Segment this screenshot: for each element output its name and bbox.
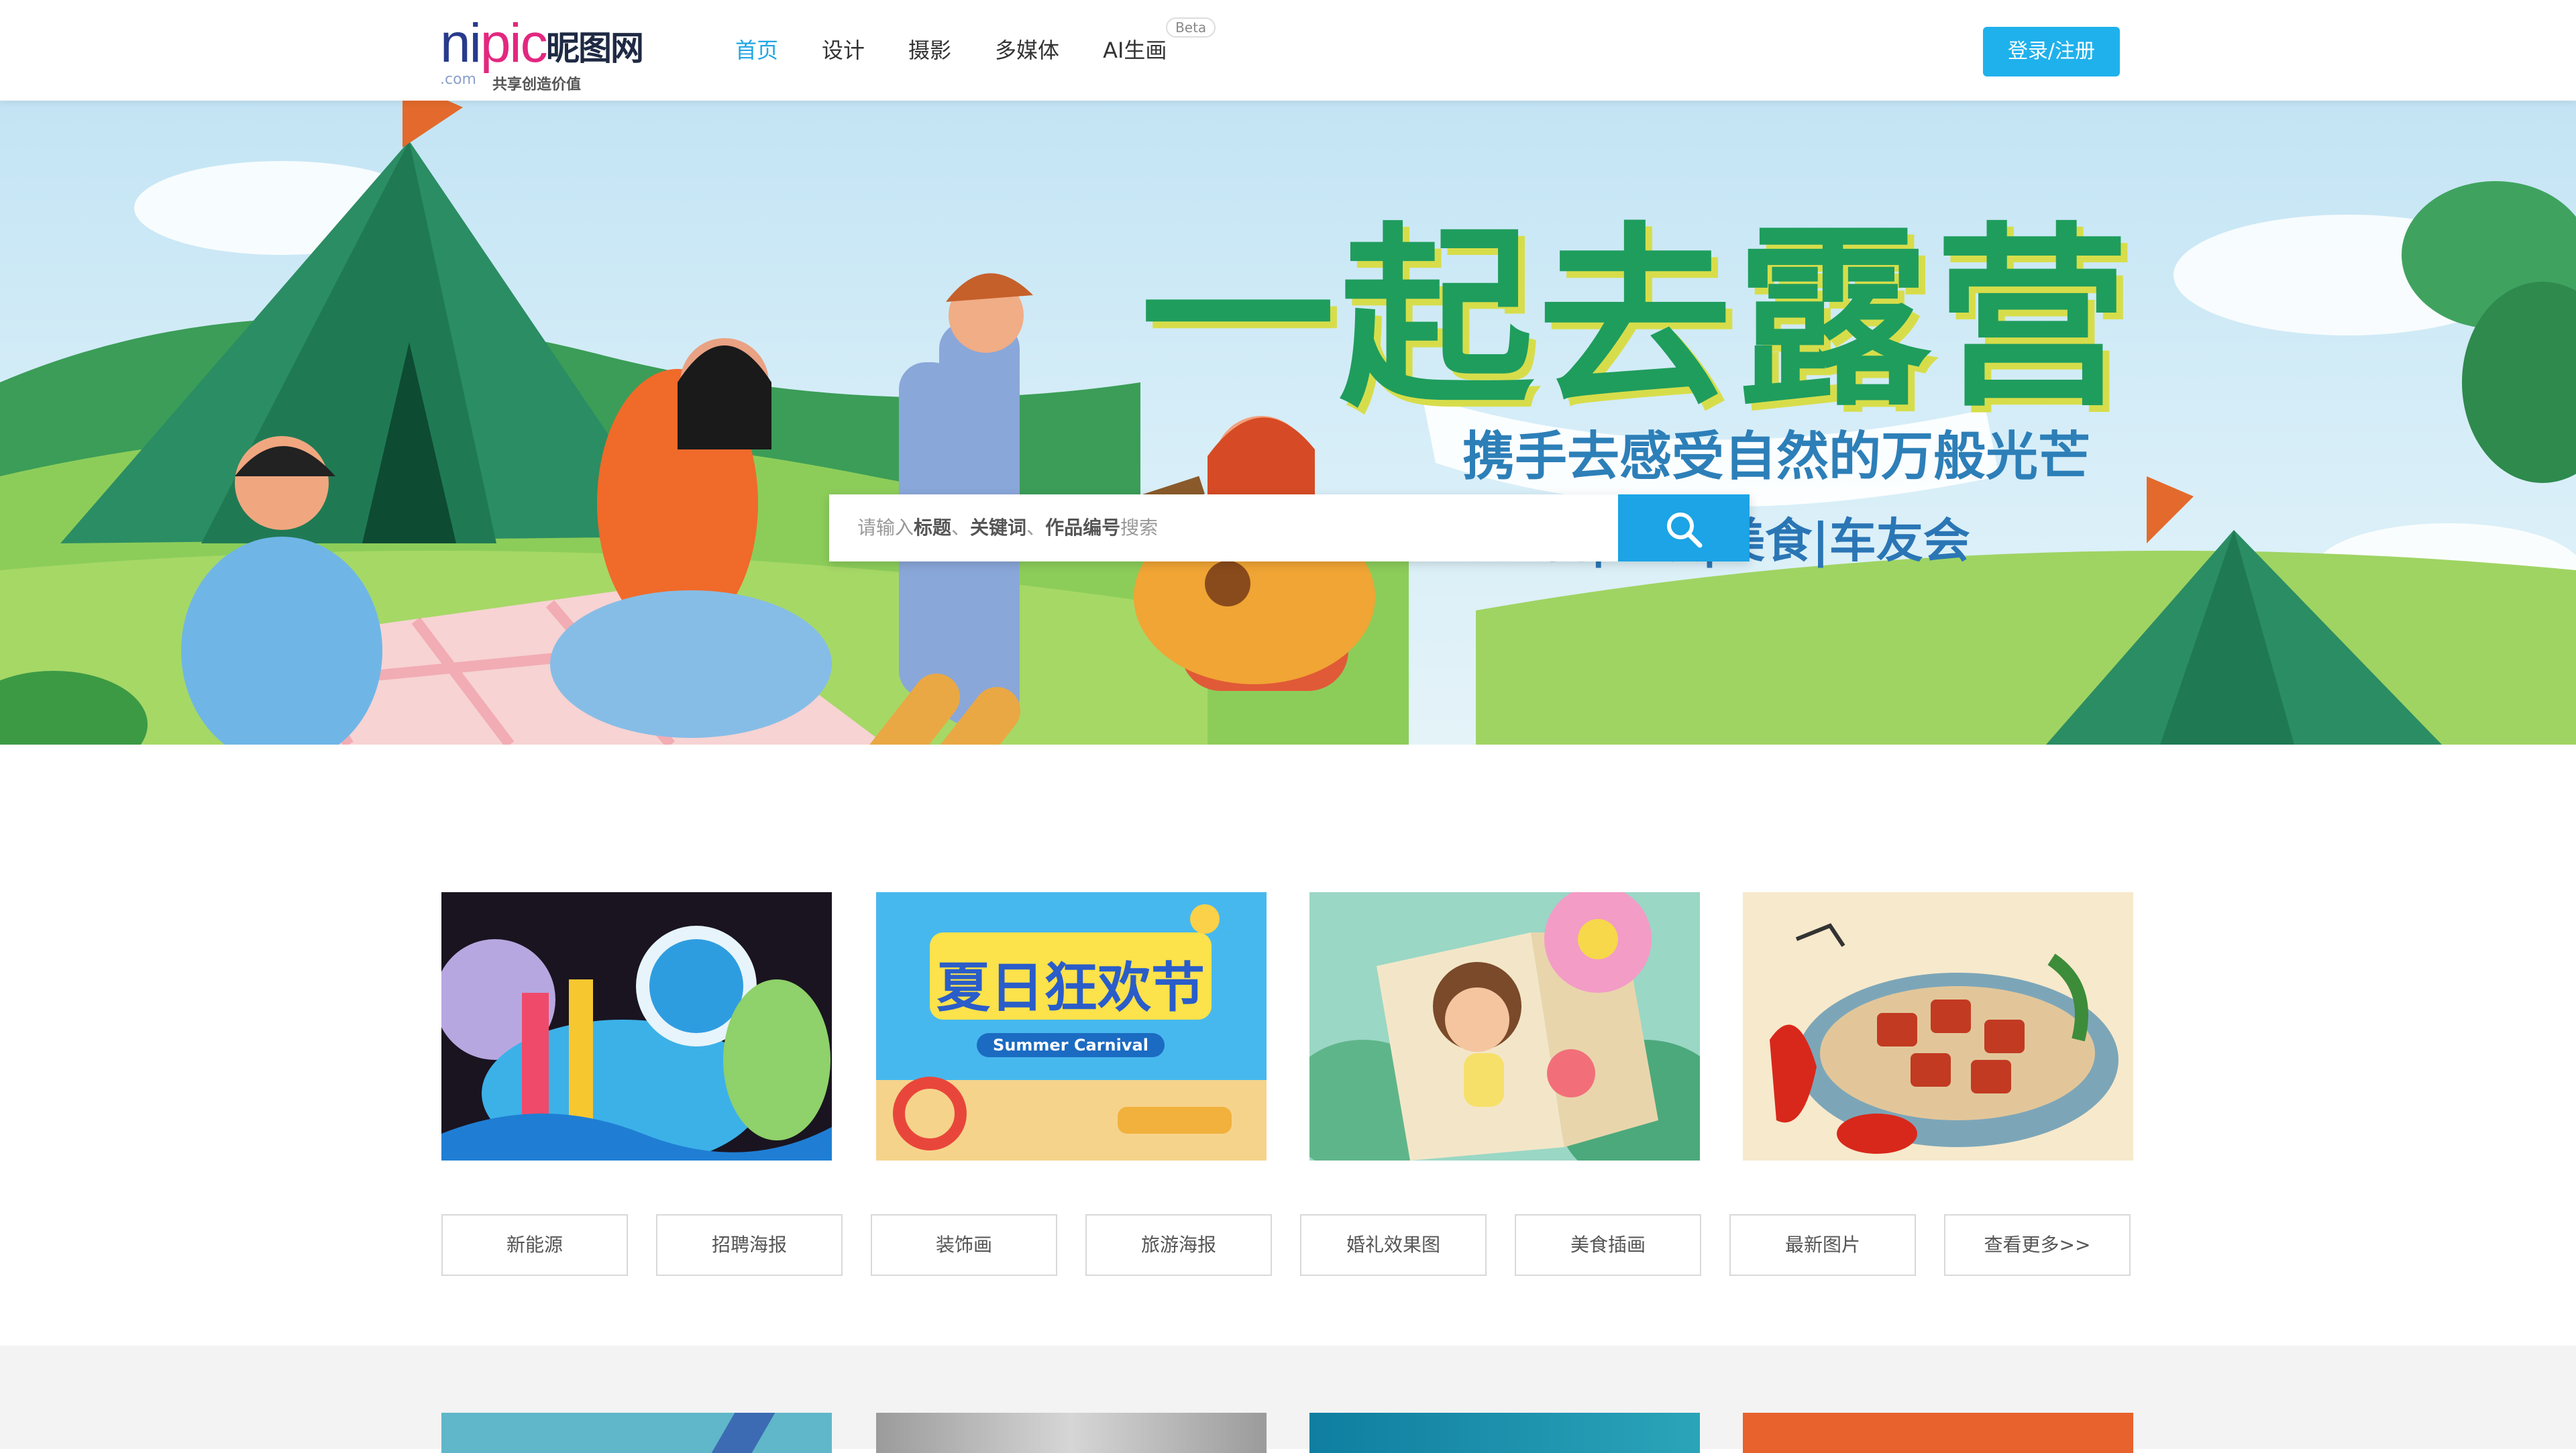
site-header: nipic 昵图网 .com 共享创造价值 首页 设计 摄影 多媒体 AI生画 … (0, 0, 2576, 101)
nav-multimedia[interactable]: 多媒体 (995, 35, 1059, 66)
hero-banner[interactable]: 一起去露营 携手去感受自然的万般光芒 露营|乐队|美食|车友会 请输入标题、关键… (0, 101, 2576, 745)
featured-card-reading[interactable] (1309, 892, 1700, 1161)
login-register-button[interactable]: 登录/注册 (1983, 27, 2120, 76)
banner-subtitle: 携手去感受自然的万般光芒 (1462, 427, 2091, 487)
summer-reading-image (1309, 892, 1700, 1161)
search-bar: 请输入标题、关键词、作品编号搜索 (829, 494, 1750, 561)
tag-food-illustration[interactable]: 美食插画 (1515, 1214, 1701, 1276)
nav-ai-painting[interactable]: AI生画 Beta (1103, 17, 1216, 66)
featured-card-waterpark[interactable] (441, 892, 832, 1161)
main-nav: 首页 设计 摄影 多媒体 AI生画 Beta (735, 17, 1216, 66)
logo-chinese-name: 昵图网 (546, 29, 644, 68)
food-illustration-image (1743, 892, 2133, 1161)
nav-photography[interactable]: 摄影 (908, 35, 951, 66)
tag-decorative-painting[interactable]: 装饰画 (871, 1214, 1057, 1276)
logo-wordmark: nipic (440, 13, 548, 74)
carnival-title: 夏日狂欢节 (936, 957, 1205, 1019)
tag-travel-poster[interactable]: 旅游海报 (1085, 1214, 1272, 1276)
search-icon (1667, 513, 1703, 548)
nav-design[interactable]: 设计 (822, 35, 865, 66)
featured-grid: 夏日狂欢节 Summer Carnival (441, 892, 2133, 1161)
tag-latest-images[interactable]: 最新图片 (1729, 1214, 1916, 1276)
featured-card-food[interactable] (1743, 892, 2133, 1161)
next-thumb[interactable] (441, 1413, 832, 1453)
tag-new-energy[interactable]: 新能源 (441, 1214, 628, 1276)
carnival-subtitle: Summer Carnival (993, 1036, 1148, 1055)
search-input[interactable]: 请输入标题、关键词、作品编号搜索 (829, 494, 1618, 561)
beta-badge: Beta (1166, 17, 1216, 38)
next-thumb[interactable] (1309, 1413, 1700, 1453)
next-thumb[interactable] (1743, 1413, 2133, 1453)
next-thumb[interactable] (876, 1413, 1267, 1453)
search-button[interactable] (1618, 494, 1750, 561)
banner-title: 一起去露营 (1140, 207, 2133, 433)
featured-card-carnival[interactable]: 夏日狂欢节 Summer Carnival (876, 892, 1267, 1161)
tag-view-more[interactable]: 查看更多>> (1944, 1214, 2131, 1276)
nav-ai-painting-label: AI生画 (1103, 38, 1167, 63)
waterpark-poster-image (441, 892, 832, 1161)
next-section (0, 1346, 2576, 1453)
site-logo[interactable]: nipic 昵图网 .com 共享创造价值 (440, 13, 648, 94)
tag-recruitment-poster[interactable]: 招聘海报 (656, 1214, 843, 1276)
nav-home[interactable]: 首页 (735, 35, 778, 66)
tag-wedding-render[interactable]: 婚礼效果图 (1300, 1214, 1487, 1276)
category-tags: 新能源 招聘海报 装饰画 旅游海报 婚礼效果图 美食插画 最新图片 查看更多>> (441, 1214, 2159, 1276)
logo-slogan: 共享创造价值 (492, 76, 582, 93)
carnival-poster-image (876, 892, 1267, 1161)
logo-domain: .com (440, 71, 476, 88)
